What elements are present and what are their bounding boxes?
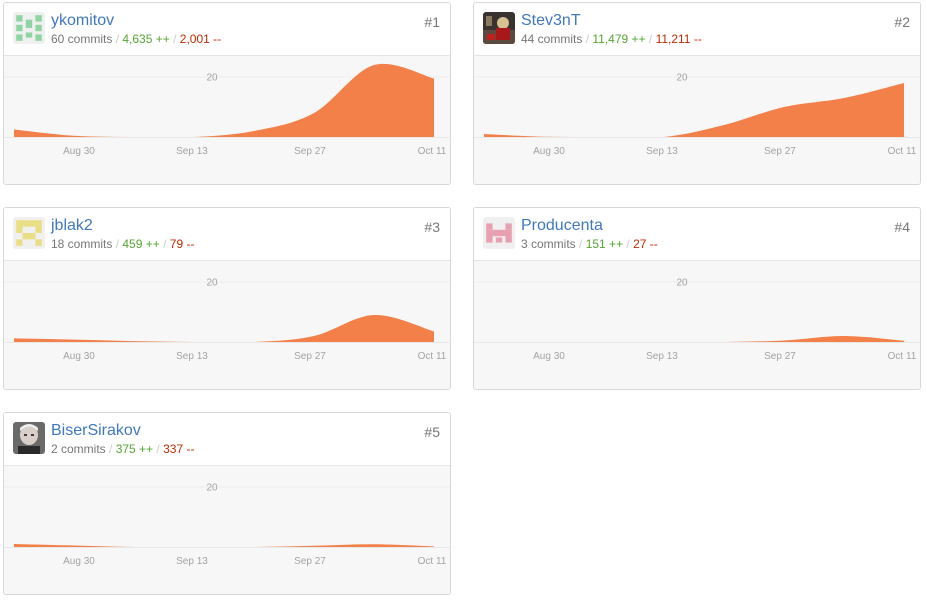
x-tick-label: Aug 30 xyxy=(63,146,95,157)
card-header: BiserSirakov 2 commits / 375 ++ / 337 --… xyxy=(4,413,450,466)
contributor-username-link[interactable]: jblak2 xyxy=(51,216,93,236)
commit-activity-area xyxy=(484,83,904,137)
contributor-card: BiserSirakov 2 commits / 375 ++ / 337 --… xyxy=(3,412,451,595)
x-tick-label: Sep 27 xyxy=(294,146,326,157)
contributor-rank: #2 xyxy=(894,14,910,30)
contributor-card: ykomitov 60 commits / 4,635 ++ / 2,001 -… xyxy=(3,2,451,185)
y-tick-label: 20 xyxy=(206,483,218,494)
separator: / xyxy=(579,237,586,251)
contributor-username-link[interactable]: Stev3nT xyxy=(521,11,581,31)
y-tick-label: 20 xyxy=(206,278,218,289)
contributor-stats: 2 commits / 375 ++ / 337 -- xyxy=(51,441,194,457)
contributor-card: Producenta 3 commits / 151 ++ / 27 -- #4… xyxy=(473,207,921,390)
additions-count: 4,635 ++ xyxy=(122,32,170,46)
contributor-stats: 60 commits / 4,635 ++ / 2,001 -- xyxy=(51,31,221,47)
x-tick-label: Aug 30 xyxy=(63,556,95,567)
contributor-card: jblak2 18 commits / 459 ++ / 79 -- #3 20… xyxy=(3,207,451,390)
commit-count: 18 commits xyxy=(51,237,113,251)
contributor-username-link[interactable]: ykomitov xyxy=(51,11,114,31)
additions-count: 375 ++ xyxy=(115,442,154,456)
separator: / xyxy=(109,442,116,456)
x-tick-label: Sep 27 xyxy=(294,351,326,362)
contributor-rank: #4 xyxy=(894,219,910,235)
contributor-stats: 44 commits / 11,479 ++ / 11,211 -- xyxy=(521,31,702,47)
deletions-count: 79 -- xyxy=(169,237,195,251)
commit-activity-chart: 20 Aug 30 Sep 13 Sep 27 Oct 11 xyxy=(474,56,920,184)
contributor-rank: #5 xyxy=(424,424,440,440)
commit-activity-chart: 20 Aug 30 Sep 13 Sep 27 Oct 11 xyxy=(474,261,920,389)
additions-count: 459 ++ xyxy=(122,237,160,251)
separator: / xyxy=(163,237,170,251)
deletions-count: 2,001 -- xyxy=(179,32,222,46)
contributor-stats: 18 commits / 459 ++ / 79 -- xyxy=(51,236,194,252)
commit-activity-area xyxy=(484,335,904,342)
deletions-count: 11,211 -- xyxy=(655,32,702,46)
commit-activity-chart: 20 Aug 30 Sep 13 Sep 27 Oct 11 xyxy=(4,261,450,389)
deletions-count: 27 -- xyxy=(633,237,658,251)
x-tick-label: Oct 11 xyxy=(418,556,447,567)
y-tick-label: 20 xyxy=(206,73,218,84)
contributor-username-link[interactable]: Producenta xyxy=(521,216,603,236)
user-photo-avatar[interactable] xyxy=(13,422,45,454)
commit-activity-area xyxy=(14,63,434,138)
user-photo-avatar[interactable] xyxy=(483,12,515,44)
contributor-stats: 3 commits / 151 ++ / 27 -- xyxy=(521,236,658,252)
x-tick-label: Sep 13 xyxy=(646,351,678,362)
y-tick-label: 20 xyxy=(676,278,688,289)
x-tick-label: Oct 11 xyxy=(888,146,917,157)
contributor-rank: #1 xyxy=(424,14,440,30)
deletions-count: 337 -- xyxy=(163,442,195,456)
x-tick-label: Sep 13 xyxy=(176,556,208,567)
identicon-avatar[interactable] xyxy=(483,217,515,249)
y-tick-label: 20 xyxy=(676,73,688,84)
x-tick-label: Aug 30 xyxy=(533,146,565,157)
x-tick-label: Oct 11 xyxy=(418,351,447,362)
commit-count: 2 commits xyxy=(51,442,106,456)
x-tick-label: Sep 13 xyxy=(646,146,678,157)
card-header: Stev3nT 44 commits / 11,479 ++ / 11,211 … xyxy=(474,3,920,56)
commit-count: 44 commits xyxy=(521,32,583,46)
additions-count: 151 ++ xyxy=(585,237,624,251)
card-header: ykomitov 60 commits / 4,635 ++ / 2,001 -… xyxy=(4,3,450,56)
commit-activity-chart: 20 Aug 30 Sep 13 Sep 27 Oct 11 xyxy=(4,56,450,184)
card-header: Producenta 3 commits / 151 ++ / 27 -- #4 xyxy=(474,208,920,261)
card-header: jblak2 18 commits / 459 ++ / 79 -- #3 xyxy=(4,208,450,261)
commit-activity-area xyxy=(14,314,434,342)
x-tick-label: Sep 13 xyxy=(176,146,208,157)
x-tick-label: Sep 13 xyxy=(176,351,208,362)
separator: / xyxy=(173,32,180,46)
x-tick-label: Oct 11 xyxy=(888,351,917,362)
identicon-avatar[interactable] xyxy=(13,12,45,44)
x-tick-label: Sep 27 xyxy=(294,556,326,567)
x-tick-label: Aug 30 xyxy=(533,351,565,362)
commit-activity-area xyxy=(14,544,434,547)
separator: / xyxy=(648,32,656,46)
x-tick-label: Sep 27 xyxy=(764,146,796,157)
commit-count: 3 commits xyxy=(521,237,576,251)
x-tick-label: Oct 11 xyxy=(418,146,447,157)
commit-activity-chart: 20 Aug 30 Sep 13 Sep 27 Oct 11 xyxy=(4,466,450,594)
identicon-avatar[interactable] xyxy=(13,217,45,249)
commit-count: 60 commits xyxy=(51,32,113,46)
x-tick-label: Sep 27 xyxy=(764,351,796,362)
additions-count: 11,479 ++ xyxy=(592,32,646,46)
x-tick-label: Aug 30 xyxy=(63,351,95,362)
contributor-card: Stev3nT 44 commits / 11,479 ++ / 11,211 … xyxy=(473,2,921,185)
contributor-username-link[interactable]: BiserSirakov xyxy=(51,421,141,441)
contributor-rank: #3 xyxy=(424,219,440,235)
